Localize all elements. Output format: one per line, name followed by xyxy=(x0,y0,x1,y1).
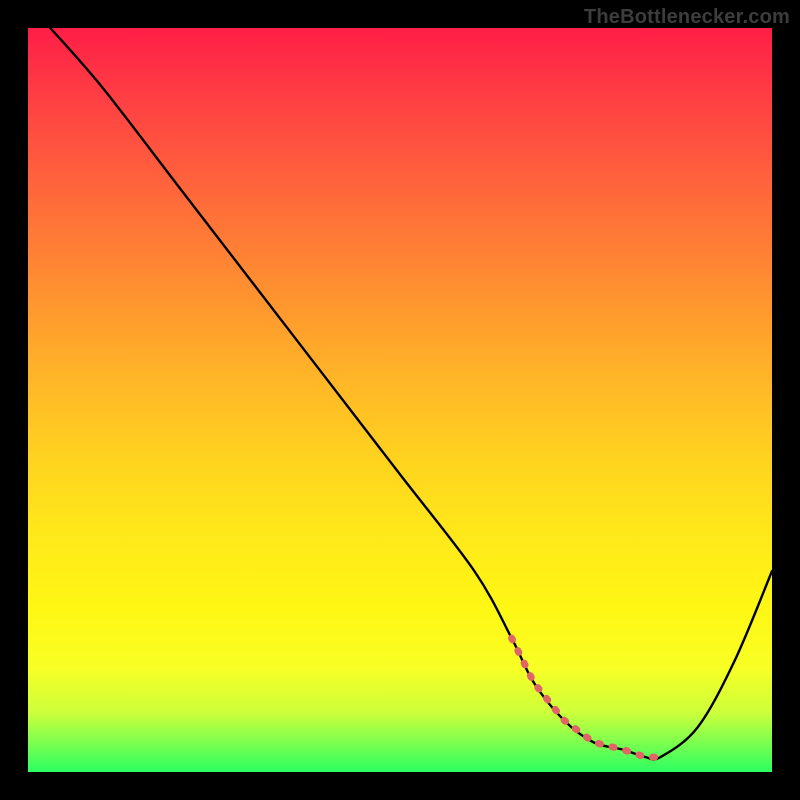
watermark-text: TheBottlenecker.com xyxy=(584,6,790,29)
chart-plot-area xyxy=(28,28,772,772)
bottleneck-curve-path xyxy=(50,28,772,760)
bottleneck-curve-svg xyxy=(28,28,772,772)
flat-region-marker xyxy=(512,638,661,757)
